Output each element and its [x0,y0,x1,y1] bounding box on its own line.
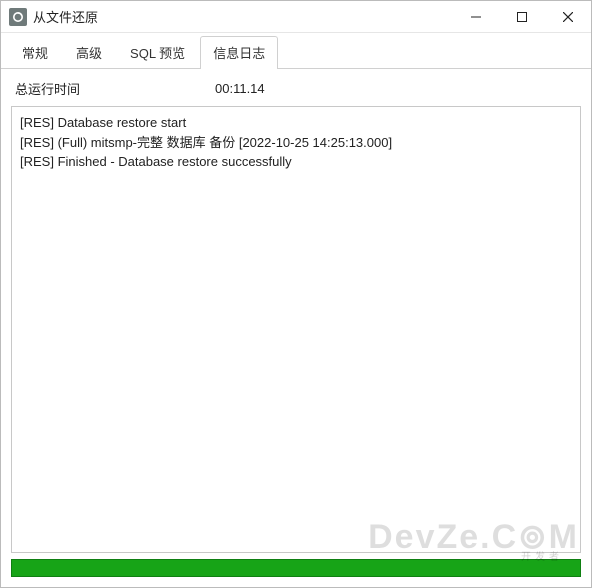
close-icon [563,12,573,22]
tab-bar: 常规 高级 SQL 预览 信息日志 [1,33,591,69]
window: 从文件还原 常规 高级 SQL 预览 信息日志 总运行时间 00:11.14 [… [0,0,592,588]
maximize-button[interactable] [499,1,545,33]
minimize-icon [471,12,481,22]
runtime-value: 00:11.14 [215,81,265,96]
tab-advanced[interactable]: 高级 [63,36,115,69]
close-button[interactable] [545,1,591,33]
runtime-row: 总运行时间 00:11.14 [1,69,591,106]
tab-sql-preview[interactable]: SQL 预览 [117,36,198,69]
window-title: 从文件还原 [33,7,98,26]
log-line: [RES] (Full) mitsmp-完整 数据库 备份 [2022-10-2… [20,133,572,153]
log-output[interactable]: [RES] Database restore start [RES] (Full… [11,106,581,553]
log-line: [RES] Finished - Database restore succes… [20,152,572,172]
content-area: 总运行时间 00:11.14 [RES] Database restore st… [1,69,591,587]
progress-area [1,559,591,587]
app-icon [9,8,27,26]
progress-bar [11,559,581,577]
runtime-label: 总运行时间 [15,79,215,98]
minimize-button[interactable] [453,1,499,33]
tab-general[interactable]: 常规 [9,36,61,69]
maximize-icon [517,12,527,22]
tab-info-log[interactable]: 信息日志 [200,36,278,69]
titlebar: 从文件还原 [1,1,591,33]
log-line: [RES] Database restore start [20,113,572,133]
